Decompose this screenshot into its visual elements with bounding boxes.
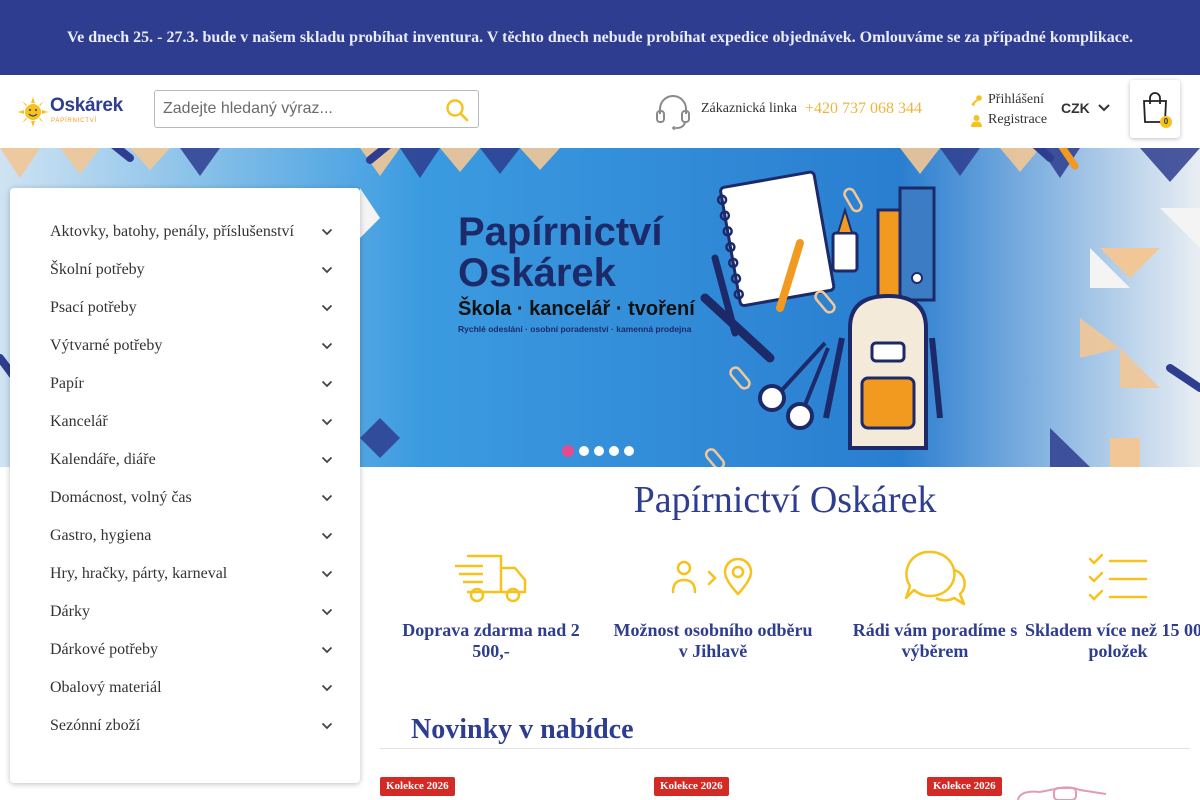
user-icon xyxy=(971,114,982,127)
category-item[interactable]: Dárky xyxy=(10,593,360,631)
cart-button[interactable]: 0 xyxy=(1130,80,1180,138)
product-thumbnail[interactable] xyxy=(1010,786,1120,800)
category-item[interactable]: Psací potřeby xyxy=(10,289,360,327)
pickup-location-icon xyxy=(671,558,753,596)
news-section-title: Novinky v nabídce xyxy=(411,714,634,745)
search-input[interactable] xyxy=(155,91,435,127)
key-icon xyxy=(971,94,982,106)
chevron-down-icon xyxy=(321,342,333,350)
chevron-down-icon xyxy=(321,608,333,616)
feature-free-shipping: Doprava zdarma nad 2 500,- xyxy=(391,548,591,662)
category-label: Sezónní zboží xyxy=(50,717,141,734)
chevron-down-icon xyxy=(321,722,333,730)
logo-text: Oskárek xyxy=(50,95,123,116)
register-link[interactable]: Registrace xyxy=(970,110,1047,130)
sun-logo-icon xyxy=(18,97,48,127)
hero-subline: Rychlé odeslání · osobní poradenství · k… xyxy=(458,324,692,334)
hotline-phone[interactable]: +420 737 068 344 xyxy=(805,100,922,118)
cart-count-badge: 0 xyxy=(1160,116,1172,128)
product-badge: Kolekce 2026 xyxy=(654,777,729,796)
divider xyxy=(380,748,1190,749)
category-label: Psací potřeby xyxy=(50,299,137,316)
chevron-down-icon xyxy=(321,494,333,502)
category-item[interactable]: Školní potřeby xyxy=(10,251,360,289)
chat-bubbles-icon xyxy=(904,550,966,606)
category-label: Gastro, hygiena xyxy=(50,527,152,544)
chevron-down-icon xyxy=(321,380,333,388)
product-badge: Kolekce 2026 xyxy=(927,777,1002,796)
hero-title-line2: Oskárek xyxy=(458,251,617,295)
register-label: Registrace xyxy=(988,112,1048,127)
site-header: Oskárek PAPÍRNICTVÍ Zákaznická linka +42… xyxy=(0,75,1200,148)
category-item[interactable]: Kancelář xyxy=(10,403,360,441)
category-label: Dárky xyxy=(50,603,90,620)
feature-text: Doprava zdarma nad 2 500,- xyxy=(402,620,580,661)
chevron-down-icon xyxy=(321,532,333,540)
chevron-down-icon xyxy=(1098,104,1110,112)
feature-advice: Rádi vám poradíme s výběrem xyxy=(835,548,1035,662)
category-label: Dárkové potřeby xyxy=(50,641,158,658)
announcement-bar: Ve dnech 25. - 27.3. bude v našem skladu… xyxy=(0,0,1200,75)
search-button[interactable] xyxy=(444,97,470,123)
carousel-dot[interactable] xyxy=(579,446,589,456)
login-link[interactable]: Přihlášení xyxy=(970,90,1047,110)
category-item[interactable]: Gastro, hygiena xyxy=(10,517,360,555)
chevron-down-icon xyxy=(321,646,333,654)
account-links: Přihlášení Registrace xyxy=(970,90,1047,130)
category-item[interactable]: Aktovky, batohy, penály, příslušenství xyxy=(10,213,360,251)
product-badge: Kolekce 2026 xyxy=(380,777,455,796)
headset-icon xyxy=(656,95,690,130)
category-item[interactable]: Obalový materiál xyxy=(10,669,360,707)
logo-subtitle: PAPÍRNICTVÍ xyxy=(51,118,98,124)
search-box xyxy=(154,90,479,128)
chevron-down-icon xyxy=(321,266,333,274)
carousel-dots xyxy=(562,445,634,457)
chevron-down-icon xyxy=(321,570,333,578)
login-label: Přihlášení xyxy=(988,92,1044,107)
chevron-down-icon xyxy=(321,228,333,236)
category-item[interactable]: Sezónní zboží xyxy=(10,707,360,745)
category-label: Hry, hračky, párty, karneval xyxy=(50,565,228,582)
category-label: Školní potřeby xyxy=(50,261,145,278)
feature-text: Rádi vám poradíme s výběrem xyxy=(852,620,1018,661)
chevron-down-icon xyxy=(321,304,333,312)
category-label: Domácnost, volný čas xyxy=(50,489,192,506)
chevron-down-icon xyxy=(321,418,333,426)
carousel-dot[interactable] xyxy=(562,445,574,457)
chevron-down-icon xyxy=(321,684,333,692)
category-item[interactable]: Kalendáře, diáře xyxy=(10,441,360,479)
category-label: Kalendáře, diáře xyxy=(50,451,156,468)
search-icon xyxy=(446,99,469,122)
hotline-label: Zákaznická linka xyxy=(701,101,798,116)
category-label: Výtvarné potřeby xyxy=(50,337,163,354)
feature-pickup: Možnost osobního odběru v Jihlavě xyxy=(613,548,813,662)
category-item[interactable]: Domácnost, volný čas xyxy=(10,479,360,517)
carousel-dot[interactable] xyxy=(609,446,619,456)
shop-title: Papírnictví Oskárek xyxy=(633,479,937,521)
chevron-down-icon xyxy=(321,456,333,464)
currency-selector[interactable]: CZK xyxy=(1061,100,1111,116)
category-label: Aktovky, batohy, penály, příslušenství xyxy=(50,223,294,240)
carousel-dot[interactable] xyxy=(624,446,634,456)
category-label: Kancelář xyxy=(50,413,108,430)
category-item[interactable]: Papír xyxy=(10,365,360,403)
category-label: Papír xyxy=(50,375,84,392)
hero-title-line1: Papírnictví xyxy=(458,210,664,254)
currency-value: CZK xyxy=(1061,100,1090,116)
feature-stock: Skladem více než 15 000 položek xyxy=(1018,548,1200,662)
category-menu: Aktovky, batohy, penály, příslušenství Š… xyxy=(10,188,360,783)
checklist-icon xyxy=(1088,553,1148,601)
hero-tagline: Škola · kancelář · tvoření xyxy=(458,296,696,320)
carousel-dot[interactable] xyxy=(594,446,604,456)
logo[interactable]: Oskárek PAPÍRNICTVÍ xyxy=(18,93,130,129)
category-item[interactable]: Dárkové potřeby xyxy=(10,631,360,669)
feature-text: Skladem více než 15 000 položek xyxy=(1025,620,1200,661)
feature-text: Možnost osobního odběru v Jihlavě xyxy=(613,620,813,661)
category-item[interactable]: Výtvarné potřeby xyxy=(10,327,360,365)
category-label: Obalový materiál xyxy=(50,679,162,696)
truck-icon xyxy=(455,554,527,603)
category-item[interactable]: Hry, hračky, párty, karneval xyxy=(10,555,360,593)
